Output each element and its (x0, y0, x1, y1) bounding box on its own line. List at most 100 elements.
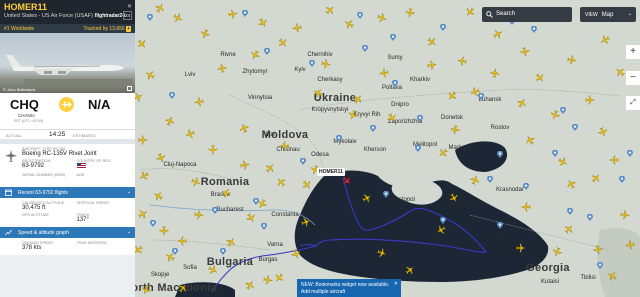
aircraft-icon[interactable] (450, 125, 460, 135)
airport-pin-icon[interactable] (336, 129, 342, 142)
aircraft-icon[interactable] (292, 23, 302, 33)
flight-header: HOMER11 United States - US Air Force (US… (0, 0, 135, 24)
chevron-down-icon: ⌄ (126, 229, 131, 235)
bookmark-toast[interactable]: NEW: Bookmarks widget now available. Add… (297, 279, 401, 297)
airport-pin-icon[interactable] (497, 145, 503, 158)
aircraft-icon[interactable] (625, 240, 635, 250)
city-label-burgas: Burgas (258, 257, 278, 263)
aircraft-icon[interactable] (240, 160, 250, 170)
airport-pin-icon[interactable] (552, 144, 558, 157)
city-label-rivne: Rivne (220, 52, 236, 58)
airport-pin-icon[interactable] (261, 217, 267, 230)
expand-icon[interactable] (127, 86, 132, 91)
airport-pin-icon[interactable] (264, 42, 270, 55)
aircraft-icon[interactable] (263, 275, 273, 285)
airport-pin-icon[interactable] (147, 8, 153, 21)
search-box[interactable]: Search (482, 7, 572, 22)
aircraft-icon[interactable] (194, 210, 204, 220)
airport-pin-icon[interactable] (440, 18, 446, 31)
airport-pin-icon[interactable] (392, 74, 398, 87)
aircraft-icon[interactable] (585, 95, 595, 105)
plane-route-icon (59, 97, 74, 112)
aircraft-icon[interactable] (405, 8, 415, 18)
aircraft-icon[interactable] (567, 55, 577, 65)
aircraft-icon[interactable] (194, 97, 204, 107)
aircraft-icon[interactable] (620, 210, 630, 220)
us-flag-icon (76, 163, 86, 169)
brand-logo: flightradar24 (94, 13, 125, 19)
aircraft-icon[interactable] (593, 245, 603, 255)
airport-pin-icon[interactable] (253, 192, 259, 205)
airport-pin-icon[interactable] (560, 101, 566, 114)
aircraft-icon[interactable] (427, 60, 437, 70)
view-value: Map (601, 11, 614, 18)
altitude-details: CALIBRATED ALTITUDE 30,475 ft VERTICAL S… (0, 198, 135, 227)
aircraft-icon[interactable] (279, 141, 289, 151)
aircraft-icon[interactable] (177, 236, 187, 246)
airport-pin-icon[interactable] (242, 4, 248, 17)
city-label-bucharest: Bucharest (216, 207, 244, 213)
info-badge: + (126, 25, 131, 32)
speed-graph-label: Speed & altitude graph (18, 229, 69, 236)
aircraft-icon[interactable] (516, 243, 526, 253)
airport-pin-icon[interactable] (300, 152, 306, 165)
aircraft-icon[interactable] (379, 68, 389, 78)
zoom-in-button[interactable]: + (626, 45, 640, 59)
close-icon[interactable]: ✕ (127, 3, 132, 10)
airport-pin-icon[interactable] (309, 54, 315, 67)
airport-pin-icon[interactable] (523, 177, 529, 190)
aircraft-icon[interactable] (490, 68, 500, 78)
airport-pin-icon[interactable] (597, 256, 603, 269)
airport-pin-icon[interactable] (150, 214, 156, 227)
airport-pin-icon[interactable] (627, 144, 633, 157)
aircraft-icon[interactable] (609, 155, 619, 165)
zoom-out-button[interactable]: − (626, 71, 640, 85)
chevron-down-icon: ⌄ (126, 189, 131, 195)
origin-code[interactable]: CHQ (10, 97, 39, 112)
airport-pin-icon[interactable] (390, 28, 396, 41)
airport-pin-icon[interactable] (619, 170, 625, 183)
aircraft-callsign-tag[interactable]: HOMER11 (317, 168, 345, 176)
aircraft-icon[interactable] (457, 56, 467, 66)
aircraft-icon[interactable] (321, 59, 331, 69)
aircraft-icon[interactable] (159, 226, 169, 236)
badge-24-icon[interactable]: 24 (123, 11, 132, 20)
city-label-sevastopol: Sevastopol (385, 197, 415, 203)
airport-pin-icon[interactable] (440, 211, 446, 224)
aircraft-photo[interactable]: © John Ballantyne (0, 33, 135, 93)
airport-pin-icon[interactable] (357, 6, 363, 19)
city-label-kropyvnytskyi: Kropyvnytskyi (311, 107, 349, 113)
view-label: VIEW (585, 11, 598, 18)
country-label-romania: Romania (200, 176, 250, 188)
airport-pin-icon[interactable] (497, 216, 503, 229)
close-icon[interactable]: ✕ (394, 281, 398, 288)
airport-pin-icon[interactable] (417, 109, 423, 122)
city-label-constanta: Constanta (271, 212, 299, 218)
airport-pin-icon[interactable] (212, 201, 218, 214)
speed-graph-button[interactable]: Speed & altitude graph ⌄ (0, 227, 135, 238)
airport-pin-icon[interactable] (572, 118, 578, 131)
airport-pin-icon[interactable] (370, 119, 376, 132)
airport-pin-icon[interactable] (587, 208, 593, 221)
aircraft-icon[interactable] (520, 47, 530, 57)
airport-pin-icon[interactable] (415, 139, 421, 152)
view-selector[interactable]: VIEW Map ⌄ (580, 7, 636, 22)
city-label-kherson: Kherson (363, 147, 387, 153)
rank-bar: #1 Worldwide Tracked by 13,656 + (0, 24, 135, 33)
actual-time: 14:25 (49, 131, 66, 138)
airport-pin-icon[interactable] (487, 170, 493, 183)
airport-pin-icon[interactable] (362, 39, 368, 52)
true-airspeed-label: TRUE AIRSPEED (76, 241, 107, 245)
recent-flights-button[interactable]: Recent 63-9792 flights ⌄ (0, 187, 135, 198)
chevron-down-icon: ⌄ (627, 11, 632, 17)
city-label-skopje: Skopje (150, 272, 170, 278)
fullscreen-button[interactable]: ⤢ (626, 96, 640, 110)
aircraft-icon[interactable] (208, 145, 218, 155)
airport-pin-icon[interactable] (169, 86, 175, 99)
airport-pin-icon[interactable] (383, 185, 389, 198)
aircraft-icon[interactable] (217, 63, 227, 73)
airport-pin-icon[interactable] (567, 202, 573, 215)
aircraft-icon[interactable] (521, 202, 531, 212)
aircraft-icon[interactable] (228, 9, 238, 19)
aircraft-icon[interactable] (138, 135, 148, 145)
